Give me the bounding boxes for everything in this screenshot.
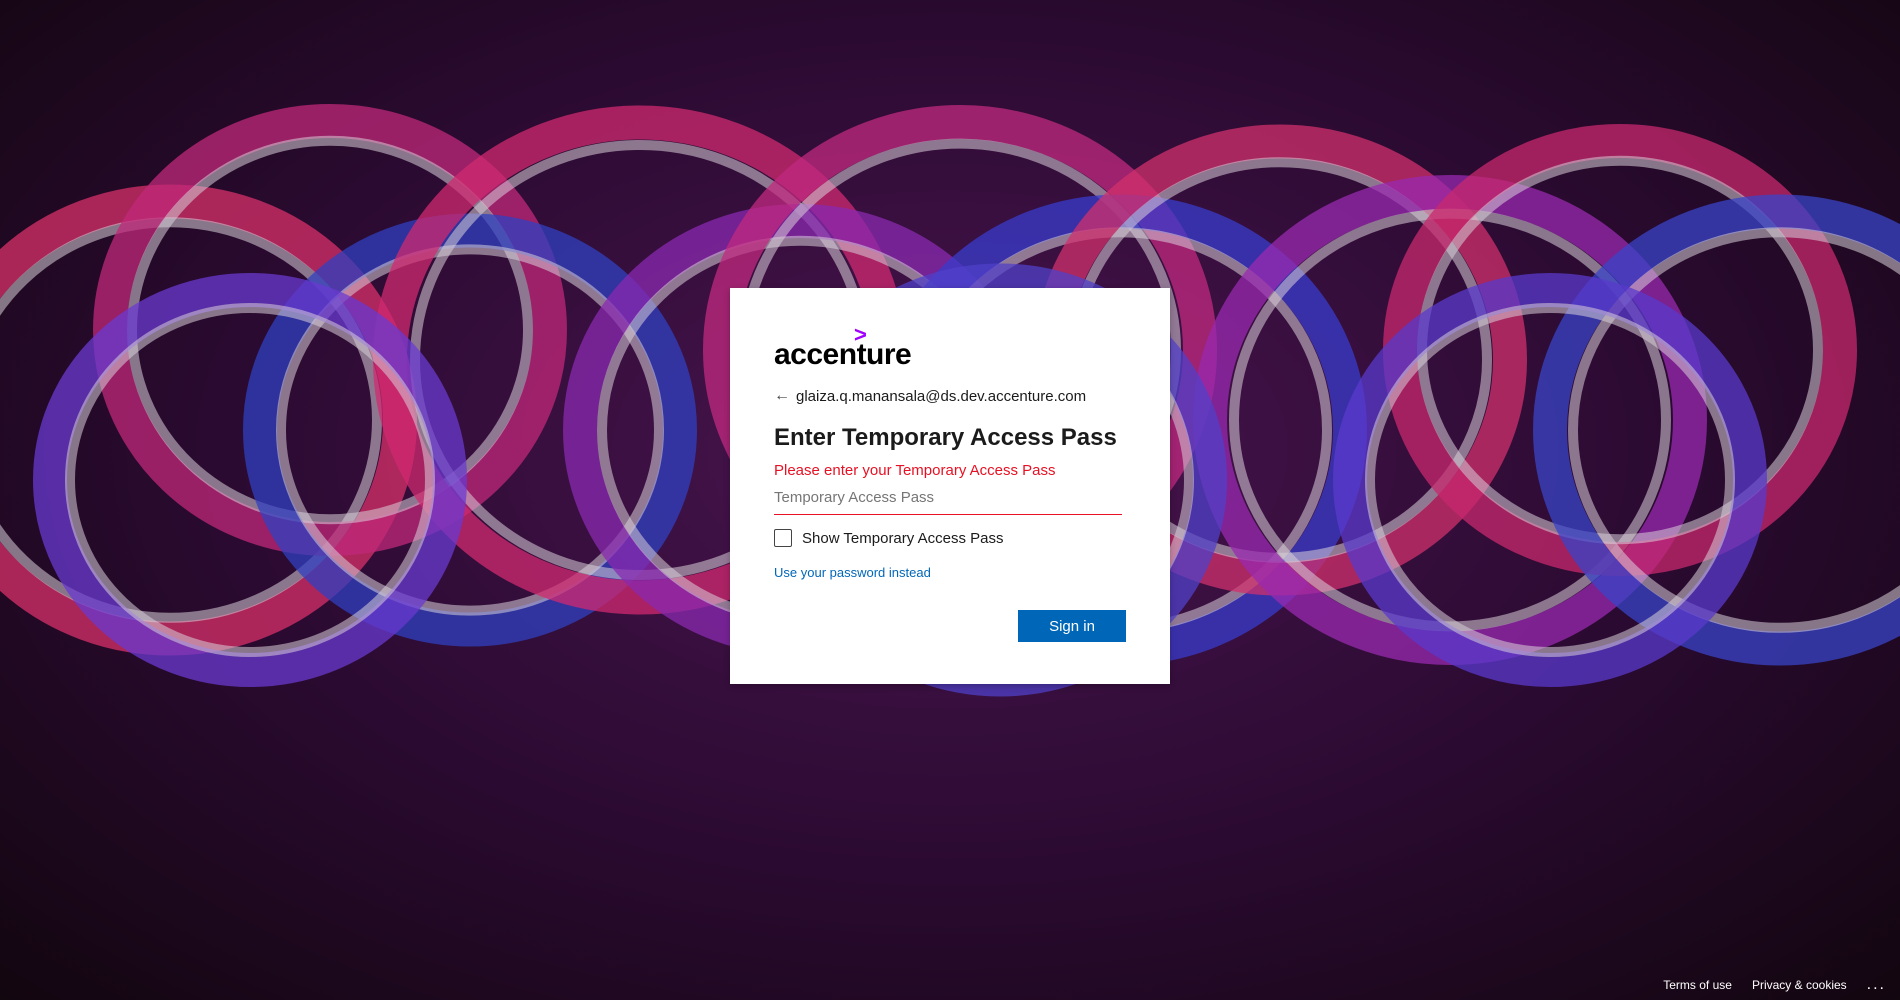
back-arrow-icon[interactable]: ←: [774, 387, 796, 405]
terms-of-use-link[interactable]: Terms of use: [1663, 978, 1732, 992]
page-title: Enter Temporary Access Pass: [774, 424, 1117, 451]
use-password-link[interactable]: Use your password instead: [774, 565, 1126, 580]
temporary-access-pass-input[interactable]: [774, 483, 1122, 515]
more-options-icon[interactable]: ...: [1867, 976, 1886, 994]
privacy-cookies-link[interactable]: Privacy & cookies: [1752, 978, 1847, 992]
sign-in-button[interactable]: Sign in: [1018, 610, 1126, 642]
logo-text: accenture: [774, 338, 912, 371]
footer: Terms of use Privacy & cookies ...: [1663, 976, 1886, 994]
company-logo: > accenture: [774, 324, 1126, 376]
identity-banner[interactable]: ← glaiza.q.manansala@ds.dev.accenture.co…: [774, 384, 1126, 408]
show-pass-row[interactable]: Show Temporary Access Pass: [774, 529, 1126, 547]
show-pass-label[interactable]: Show Temporary Access Pass: [802, 530, 1003, 547]
error-message: Please enter your Temporary Access Pass: [774, 462, 1056, 479]
button-row: Sign in: [774, 610, 1126, 642]
sign-in-card: > accenture ← glaiza.q.manansala@ds.dev.…: [730, 288, 1170, 684]
account-email: glaiza.q.manansala@ds.dev.accenture.com: [796, 387, 1087, 405]
show-pass-checkbox[interactable]: [774, 529, 792, 547]
